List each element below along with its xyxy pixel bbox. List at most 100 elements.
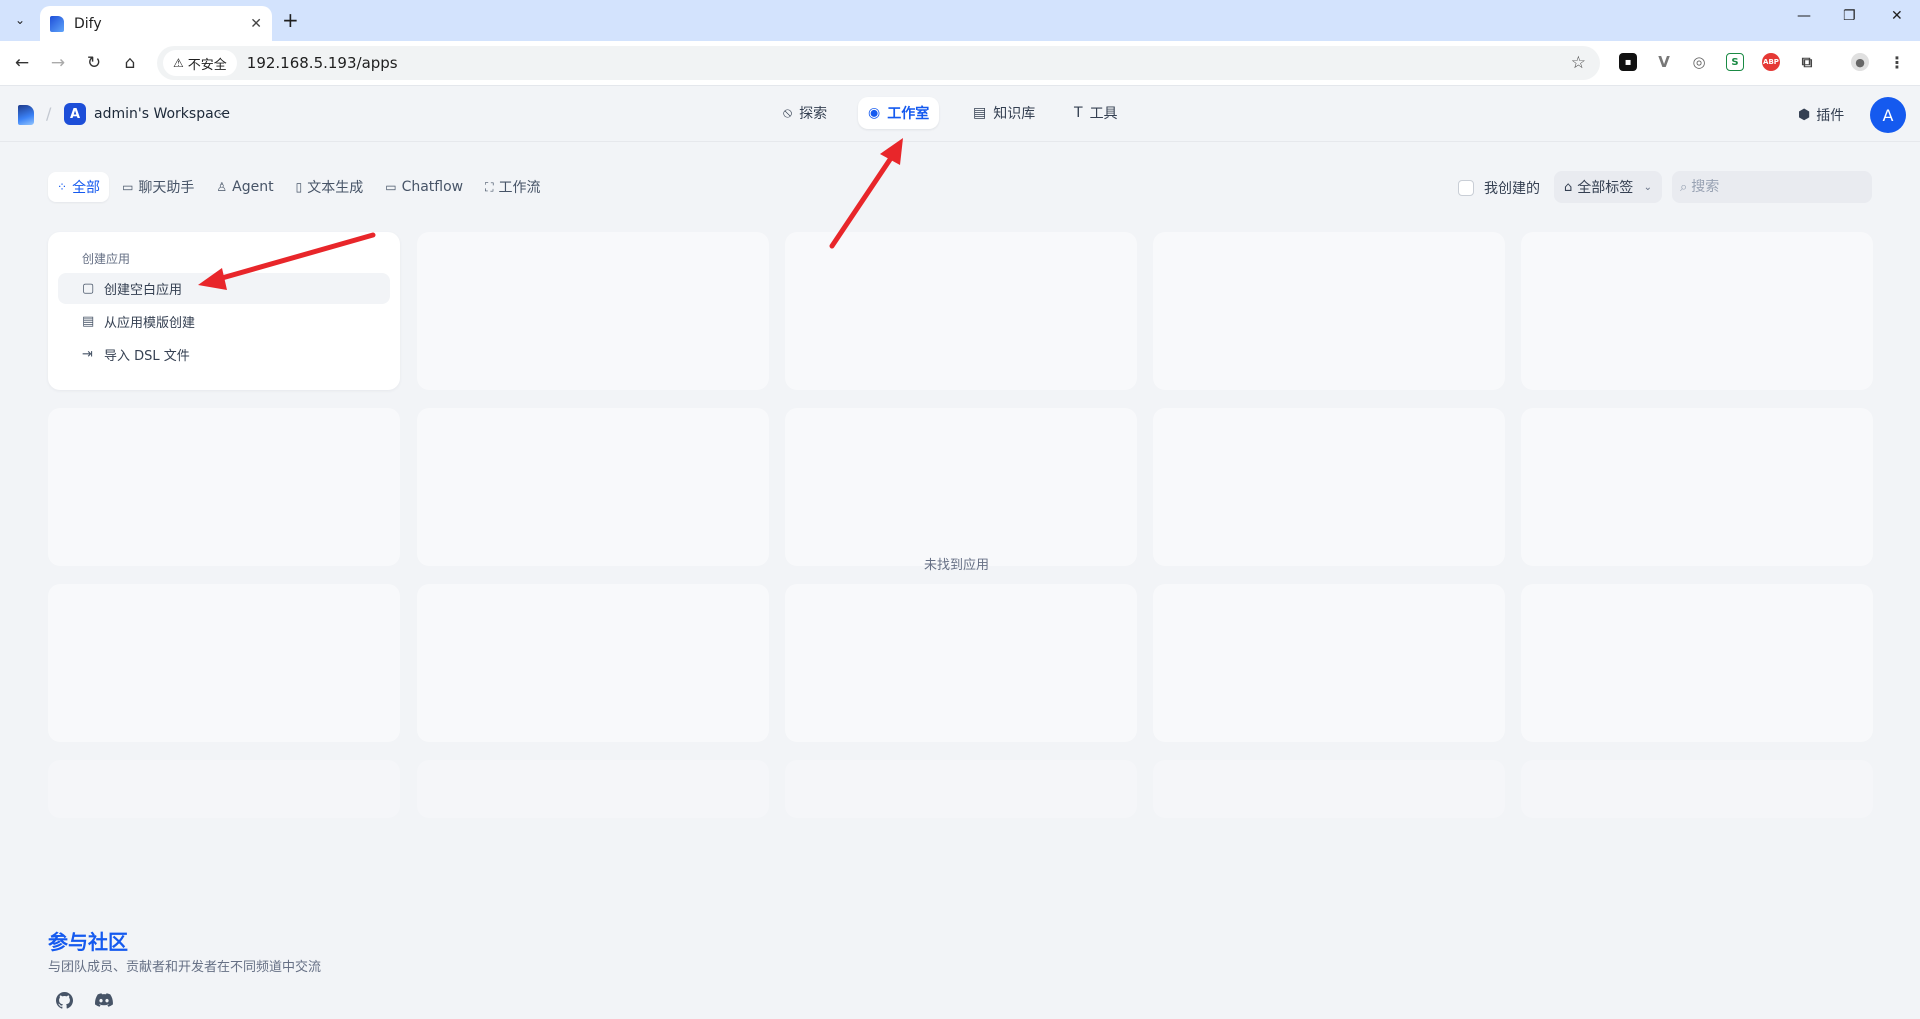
created-by-me-checkbox[interactable] [1458,180,1474,196]
window-close-icon[interactable]: ✕ [1891,8,1903,24]
search-box[interactable]: ⌕ [1672,171,1872,203]
import-dsl-label: 导入 DSL 文件 [104,349,190,364]
placeholder-card [48,408,400,566]
tab-text-generation[interactable]: ▯ 文本生成 [287,172,373,202]
tab-agent[interactable]: ♙ Agent [207,172,282,202]
new-tab-plus-icon[interactable]: + [282,9,299,31]
bookmark-star-icon[interactable]: ☆ [1571,53,1586,73]
url-text[interactable]: 192.168.5.193/apps [247,54,398,72]
app-header: / A admin's Workspace ⌄ ⦸ 探索 ◉ 工作室 ▤ 知识库… [0,86,1920,142]
tab-search-chevron-icon[interactable]: ⌄ [8,8,32,32]
agent-icon: ♙ [216,180,228,194]
grid-icon: ⁘ [57,180,68,194]
browser-toolbar: ← → ↻ ⌂ ⚠ 不安全 192.168.5.193/apps ☆ ▪ V ◎… [0,41,1920,86]
tag-filter-label: 全部标签 [1577,180,1634,196]
placeholder-card [1521,408,1873,566]
plugin-label: 插件 [1816,108,1845,124]
browser-menu-kebab-icon[interactable]: ⋮ [1888,53,1906,72]
book-icon: ▤ [973,105,987,121]
tag-filter-select[interactable]: ⌂ 全部标签 ⌄ [1554,171,1662,203]
restore-icon[interactable]: ❐ [1843,8,1856,24]
breadcrumb-separator: / [46,104,52,123]
tab-all-label: 全部 [72,180,101,196]
nav-knowledge[interactable]: ▤ 知识库 [963,97,1045,129]
github-icon[interactable] [54,990,74,1010]
search-input[interactable] [1691,179,1852,195]
dify-logo-icon[interactable] [18,105,34,125]
nav-studio[interactable]: ◉ 工作室 [858,97,940,129]
create-from-template-label: 从应用模版创建 [104,316,196,331]
tab-all[interactable]: ⁘ 全部 [48,172,110,202]
chevron-down-icon: ⌄ [1643,181,1652,193]
warning-triangle-icon: ⚠ [173,56,184,70]
extension-dark-icon[interactable]: ▪ [1619,53,1637,71]
workspace-name[interactable]: admin's Workspace [94,106,230,122]
robot-icon: ◉ [868,105,881,121]
tab-title: Dify [74,15,102,32]
reload-icon[interactable]: ↻ [83,52,105,74]
extension-v-icon[interactable]: V [1655,53,1673,71]
placeholder-card [48,584,400,742]
close-tab-icon[interactable]: ✕ [250,16,262,32]
extension-circle-icon[interactable]: ◎ [1690,53,1708,71]
workspace-chevron-down-icon[interactable]: ⌄ [216,105,225,118]
dify-favicon-icon [50,15,64,32]
profile-icon[interactable]: ● [1851,53,1869,71]
document-icon: ▯ [295,180,303,194]
tab-text-generation-label: 文本生成 [307,180,364,196]
created-by-me-label: 我创建的 [1484,181,1540,197]
placeholder-card [1521,584,1873,742]
browser-tab-bar: ⌄ Dify ✕ + — ❐ ✕ [0,0,1920,41]
security-chip[interactable]: ⚠ 不安全 [163,50,237,76]
placeholder-card [1153,584,1505,742]
placeholder-card [417,232,769,390]
placeholder-card [1153,760,1505,818]
annotation-arrow-to-studio [829,138,903,249]
address-bar[interactable]: ⚠ 不安全 192.168.5.193/apps ☆ [157,46,1600,80]
tab-workflow-label: 工作流 [498,180,541,196]
tag-icon: ⌂ [1564,179,1573,195]
create-blank-app-button[interactable]: ▢ 创建空白应用 [58,273,390,304]
nav-tools-label: 工具 [1089,106,1118,122]
forward-arrow-icon[interactable]: → [47,52,69,74]
minimize-icon[interactable]: — [1797,8,1811,24]
extension-s-icon[interactable]: S [1726,53,1744,71]
placeholder-card [417,584,769,742]
back-arrow-icon[interactable]: ← [11,52,33,74]
tab-chatflow-label: Chatflow [401,179,464,195]
placeholder-card [1521,760,1873,818]
file-plus-icon: ▢ [82,281,95,296]
import-icon: ⇥ [82,347,93,362]
create-blank-app-label: 创建空白应用 [104,283,183,298]
placeholder-card [1153,232,1505,390]
empty-state-text: 未找到应用 [924,558,990,573]
placeholder-card [785,232,1137,390]
cube-icon: ⬢ [1798,107,1811,123]
tab-chatflow[interactable]: ▭ Chatflow [376,172,472,202]
nav-tools[interactable]: T 工具 [1064,97,1128,129]
tab-agent-label: Agent [232,179,274,195]
nav-explore[interactable]: ⦸ 探索 [773,97,837,129]
chatflow-icon: ▭ [385,180,397,194]
create-from-template-button[interactable]: ▤ 从应用模版创建 [58,306,390,337]
placeholder-card [785,760,1137,818]
security-label: 不安全 [187,57,227,73]
plugin-button[interactable]: ⬢ 插件 [1798,105,1844,125]
search-icon: ⌕ [1680,179,1688,195]
tab-workflow[interactable]: ⛶ 工作流 [476,172,549,202]
nav-knowledge-label: 知识库 [993,106,1036,122]
adblock-plus-icon[interactable]: ABP [1762,53,1780,71]
browser-tab[interactable]: Dify ✕ [40,6,272,41]
created-by-me-toggle[interactable]: 我创建的 [1458,178,1540,198]
tab-chatbot[interactable]: ▭ 聊天助手 [113,172,203,202]
discord-icon[interactable] [94,990,114,1010]
extensions-puzzle-icon[interactable]: ⧉ [1798,53,1816,71]
user-avatar[interactable]: A [1870,97,1906,133]
placeholder-card [48,760,400,818]
community-title: 参与社区 [48,930,128,954]
import-dsl-button[interactable]: ⇥ 导入 DSL 文件 [58,339,390,370]
workspace-avatar[interactable]: A [64,103,86,125]
placeholder-card [785,408,1137,566]
placeholder-card [417,408,769,566]
home-icon[interactable]: ⌂ [119,52,141,74]
